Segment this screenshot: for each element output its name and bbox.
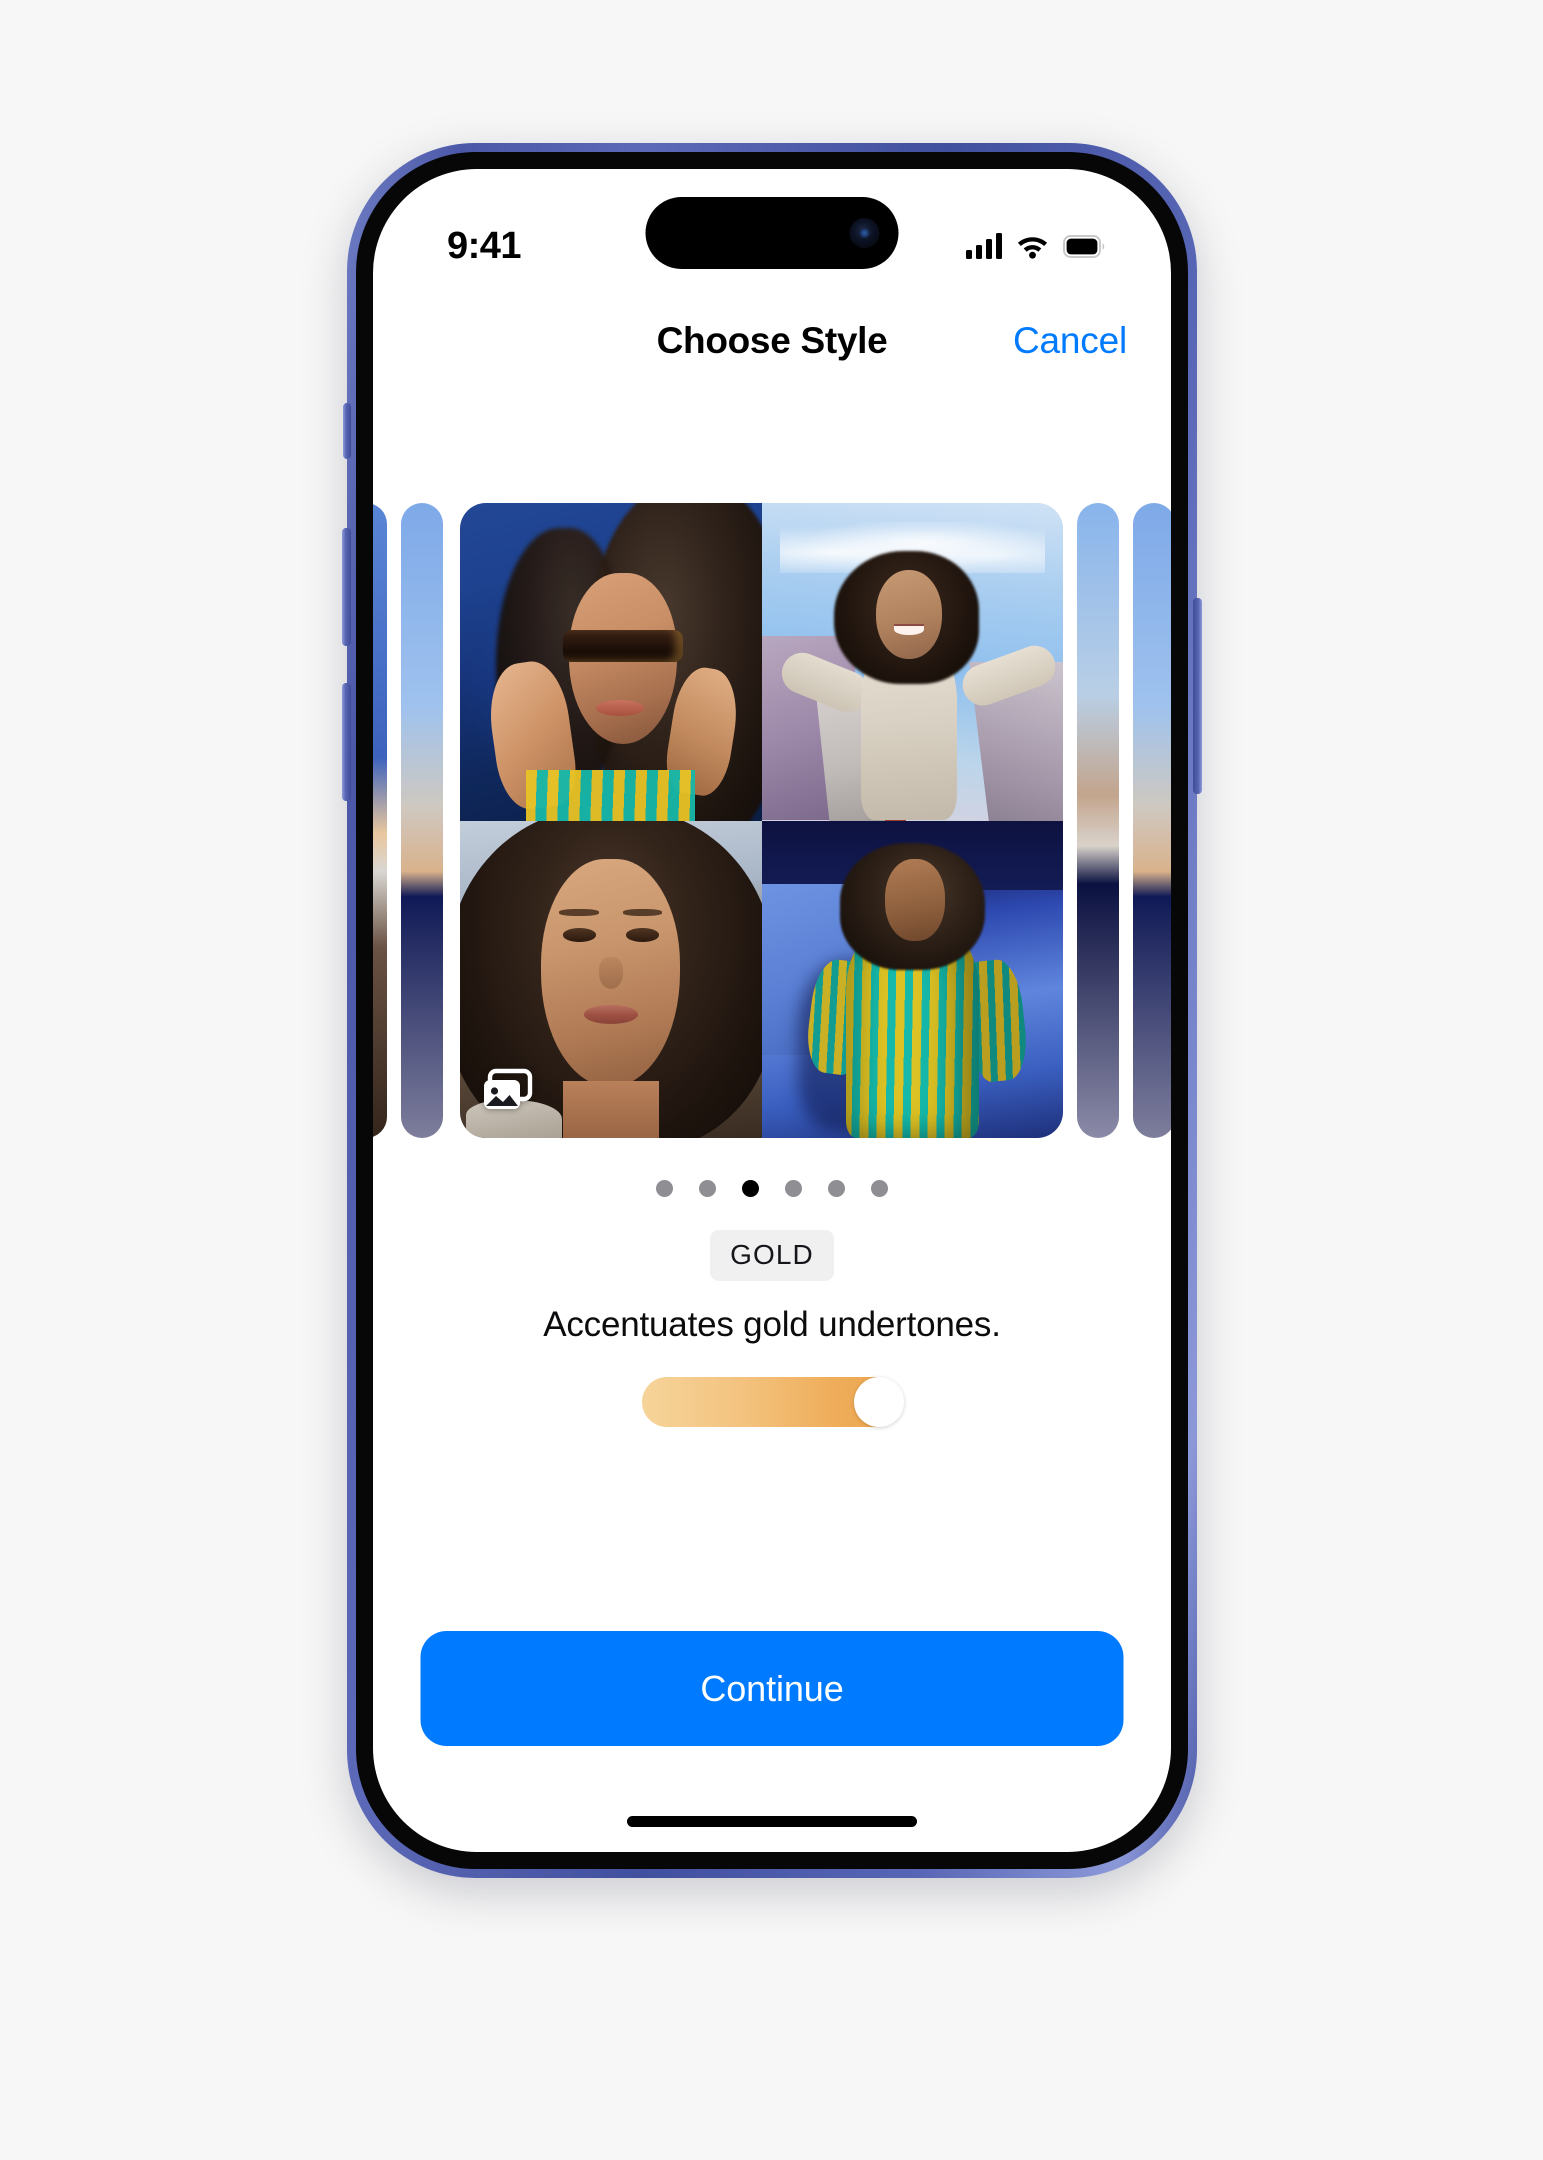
style-name-row: GOLD	[373, 1230, 1171, 1281]
carousel-peek-card-right-1[interactable]	[1077, 503, 1119, 1138]
photo-grid	[460, 503, 1063, 1138]
wifi-icon	[1017, 237, 1048, 259]
carousel-peek-card-left-1[interactable]	[401, 503, 443, 1138]
photo-sky-structures[interactable]	[761, 503, 1063, 821]
device-bezel: 9:41 Choose Style Cancel GOLD Accentuate…	[356, 152, 1188, 1869]
dynamic-island[interactable]	[645, 197, 899, 269]
style-description: Accentuates gold undertones.	[543, 1305, 1001, 1344]
style-intensity-slider-wrap	[373, 1377, 1171, 1427]
front-camera-icon	[849, 218, 880, 248]
style-preview-carousel[interactable]	[373, 503, 1171, 1138]
status-indicators	[965, 233, 1114, 259]
page-indicator[interactable]	[373, 1180, 1171, 1197]
silence-switch-button[interactable]	[343, 403, 351, 459]
volume-up-button[interactable]	[342, 528, 351, 646]
carousel-peek-card-right-2[interactable]	[1133, 503, 1171, 1138]
navigation-bar: Choose Style Cancel	[373, 287, 1171, 395]
photo-closeup-portrait[interactable]	[460, 820, 762, 1138]
sunglasses-detail	[562, 630, 684, 662]
status-time: 9:41	[447, 224, 522, 267]
cellular-signal-icon	[965, 233, 1002, 259]
page-dot-4[interactable]	[785, 1180, 802, 1197]
volume-down-button[interactable]	[342, 683, 351, 801]
page-title: Choose Style	[656, 320, 888, 361]
style-intensity-slider[interactable]	[641, 1377, 904, 1427]
page-dot-3[interactable]	[742, 1180, 759, 1197]
page-dot-1[interactable]	[656, 1180, 673, 1197]
battery-icon	[1063, 234, 1105, 258]
iphone-device-frame: 9:41 Choose Style Cancel GOLD Accentuate…	[342, 143, 1202, 1878]
phone-screen: 9:41 Choose Style Cancel GOLD Accentuate…	[373, 169, 1171, 1852]
photo-sunglasses-blue-wall[interactable]	[460, 503, 762, 821]
power-button[interactable]	[1193, 598, 1202, 794]
style-name-badge: GOLD	[710, 1230, 834, 1281]
page-dot-2[interactable]	[699, 1180, 716, 1197]
slider-knob[interactable]	[853, 1377, 904, 1427]
screenshot-canvas: 9:41 Choose Style Cancel GOLD Accentuate…	[0, 0, 1543, 2160]
cancel-button[interactable]: Cancel	[1013, 320, 1127, 362]
photo-striped-dress-blue-wall[interactable]	[761, 820, 1063, 1138]
page-dot-6[interactable]	[871, 1180, 888, 1197]
home-indicator[interactable]	[627, 1816, 917, 1827]
carousel-active-card[interactable]	[460, 503, 1063, 1138]
continue-button[interactable]: Continue	[420, 1631, 1124, 1746]
page-dot-5[interactable]	[828, 1180, 845, 1197]
carousel-peek-card-left-2[interactable]	[373, 503, 387, 1138]
photo-stack-icon	[484, 1068, 533, 1109]
